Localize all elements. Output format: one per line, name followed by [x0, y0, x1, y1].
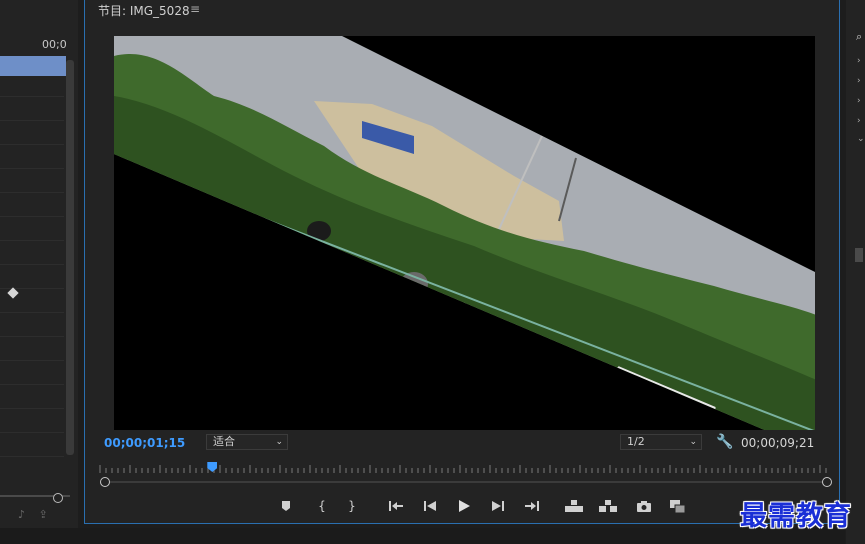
video-frame[interactable]	[114, 36, 815, 430]
zoom-scroll-bar[interactable]	[104, 481, 826, 483]
track-row-divider	[0, 240, 64, 241]
chevron-down-icon[interactable]: ⌄	[857, 134, 865, 144]
go-to-in-icon[interactable]	[384, 494, 408, 518]
track-row-divider	[0, 336, 64, 337]
status-bar	[0, 528, 845, 544]
chevron-right-icon[interactable]: ›	[857, 76, 861, 86]
left-selected-clip[interactable]	[0, 56, 66, 76]
export-frame-icon[interactable]	[632, 494, 656, 518]
track-row-divider	[0, 312, 64, 313]
chevron-right-icon[interactable]: ›	[857, 56, 861, 66]
left-scrollbar[interactable]	[66, 60, 74, 455]
marker-icon[interactable]	[274, 494, 298, 518]
transport-controls: { }	[270, 494, 700, 518]
right-scrollbar[interactable]	[855, 248, 863, 262]
right-panel	[846, 0, 865, 544]
mark-out-icon[interactable]: }	[340, 494, 364, 518]
track-row-divider	[0, 192, 64, 193]
compare-icon[interactable]	[666, 494, 690, 518]
chevron-down-icon: ⌄	[275, 437, 283, 447]
extract-icon[interactable]	[596, 494, 620, 518]
zoom-handle-right[interactable]	[822, 477, 832, 487]
mark-in-icon[interactable]: {	[310, 494, 334, 518]
hamburger-icon[interactable]: ≡	[190, 2, 200, 16]
playback-resolution-select[interactable]: 1/2 ⌄	[620, 434, 702, 450]
left-footer-icons: ♪ ⇪	[18, 508, 48, 521]
chevron-right-icon[interactable]: ›	[857, 96, 861, 106]
go-to-out-icon[interactable]	[520, 494, 544, 518]
wrench-settings-icon[interactable]: 🔧	[716, 434, 733, 450]
chevron-down-icon: ⌄	[689, 437, 697, 447]
monitor-tab-title[interactable]: 节目: IMG_5028	[98, 2, 190, 19]
step-forward-icon[interactable]	[486, 494, 510, 518]
left-timecode: 00;0	[42, 38, 67, 51]
track-row-divider	[0, 384, 64, 385]
duration-timecode: 00;00;09;21	[741, 436, 815, 450]
current-timecode[interactable]: 00;00;01;15	[104, 436, 185, 450]
track-row-divider	[0, 144, 64, 145]
track-row-divider	[0, 456, 64, 457]
audio-note-icon[interactable]: ♪	[18, 508, 25, 521]
resolution-label: 1/2	[627, 435, 645, 448]
track-row-divider	[0, 432, 64, 433]
play-icon[interactable]	[452, 494, 476, 518]
track-row-divider	[0, 120, 64, 121]
track-row-divider	[0, 360, 64, 361]
track-row-divider	[0, 264, 64, 265]
left-zoom-handle[interactable]	[53, 493, 63, 503]
chevron-right-icon[interactable]: ›	[857, 116, 861, 126]
zoom-handle-left[interactable]	[100, 477, 110, 487]
search-icon[interactable]: ⌕	[856, 30, 862, 44]
step-back-icon[interactable]	[418, 494, 442, 518]
export-icon[interactable]: ⇪	[39, 508, 48, 521]
track-row-divider	[0, 408, 64, 409]
fit-zoom-select[interactable]: 适合 ⌄	[206, 434, 288, 450]
fit-zoom-label: 适合	[213, 435, 235, 448]
rotated-video-image	[114, 36, 815, 430]
watermark-logo: 最需教育	[740, 501, 852, 532]
track-row-divider	[0, 216, 64, 217]
track-row-divider	[0, 96, 64, 97]
lift-icon[interactable]	[562, 494, 586, 518]
track-row-divider	[0, 168, 64, 169]
